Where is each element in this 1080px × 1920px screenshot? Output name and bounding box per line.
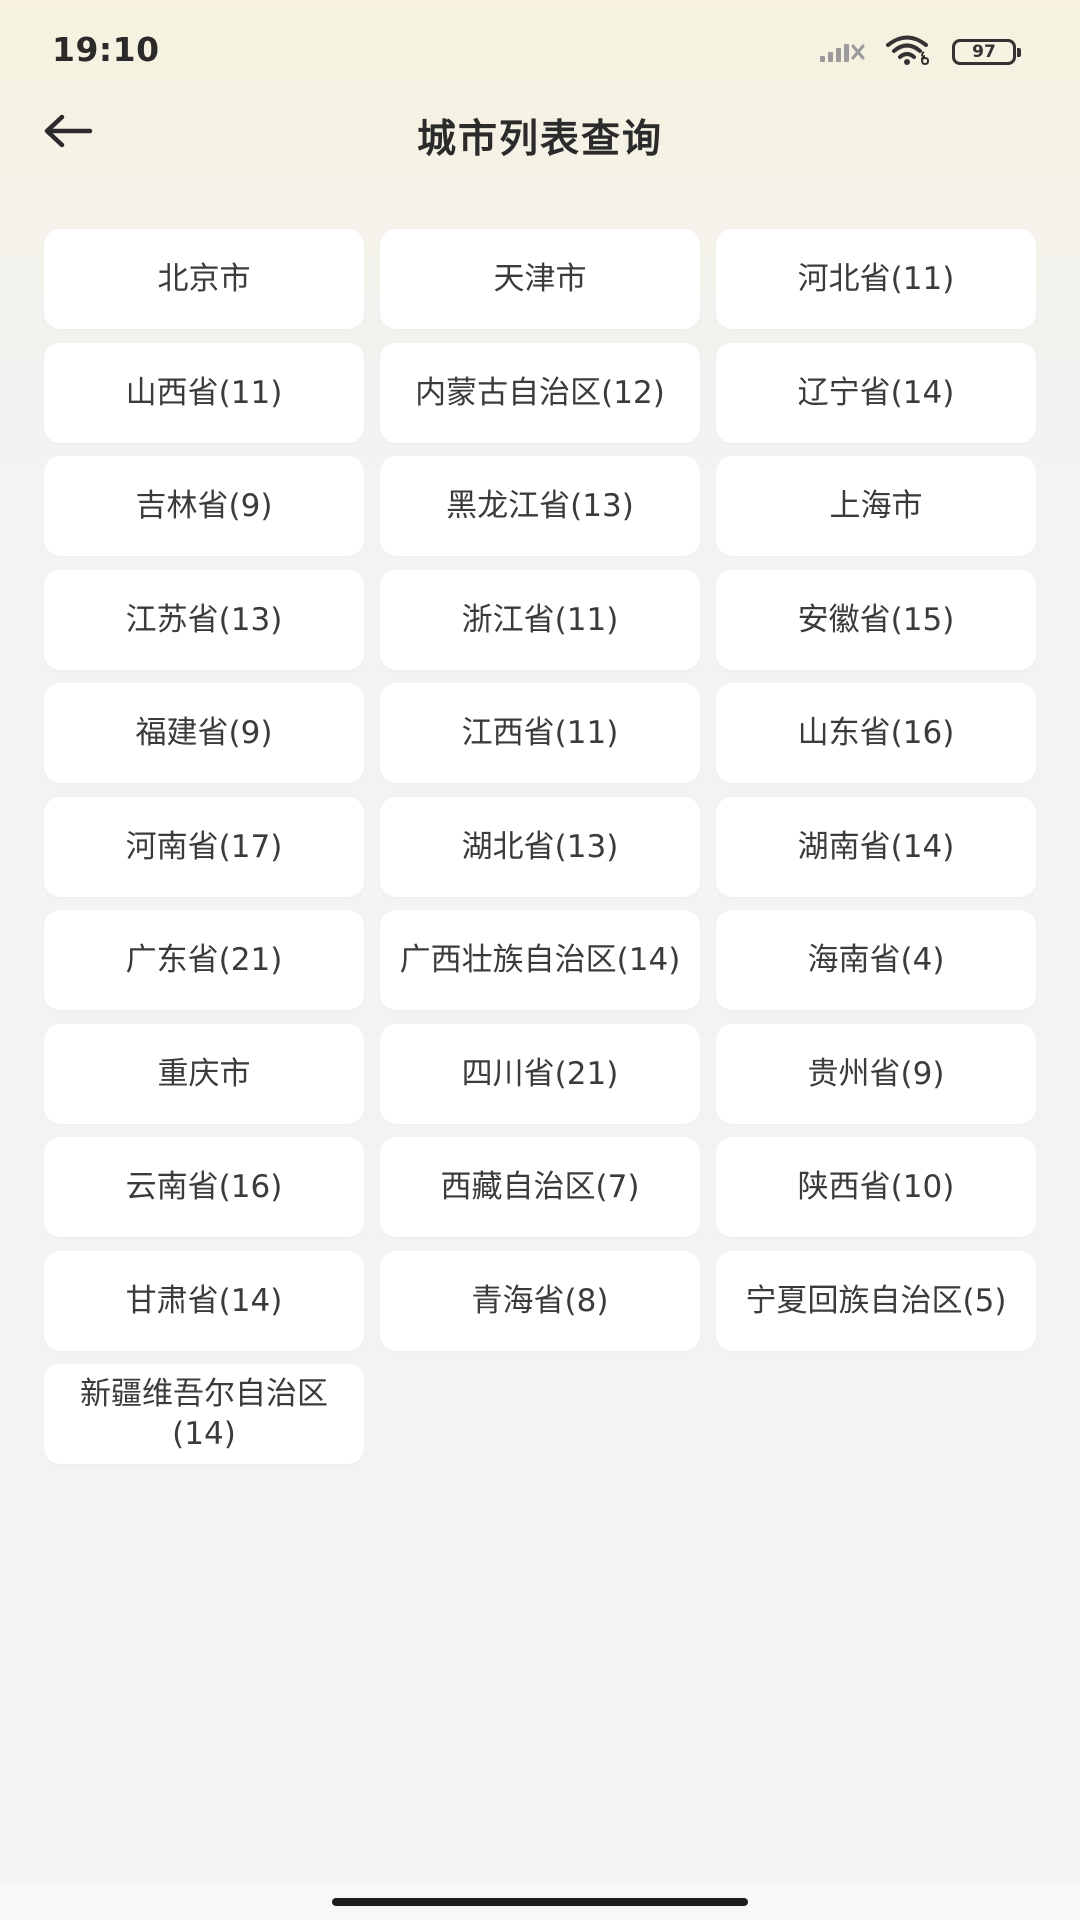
- region-label: 辽宁省(14): [797, 374, 955, 411]
- region-label: 北京市: [157, 261, 251, 297]
- region-label: 云南省(16): [125, 1169, 283, 1205]
- region-button[interactable]: 山西省(11): [44, 342, 364, 443]
- region-label: 福建省(9): [135, 715, 273, 751]
- region-button[interactable]: 江西省(11): [380, 683, 700, 783]
- region-button[interactable]: 云南省(16): [44, 1137, 364, 1237]
- region-button[interactable]: 山东省(16): [716, 683, 1036, 783]
- wifi-icon: [884, 34, 934, 70]
- status-bar: 19:10 97: [0, 0, 1080, 100]
- region-label: 山西省(11): [125, 374, 283, 411]
- region-label: 宁夏回族自治区(5): [745, 1282, 1007, 1319]
- region-button[interactable]: 北京市: [44, 229, 364, 329]
- region-label: 广东省(21): [125, 942, 283, 978]
- region-label: 青海省(8): [471, 1282, 609, 1319]
- region-button[interactable]: 江苏省(13): [44, 569, 364, 670]
- region-label: 江苏省(13): [125, 601, 283, 638]
- region-label: 陕西省(10): [797, 1169, 955, 1205]
- region-label: 吉林省(9): [135, 488, 273, 524]
- region-button[interactable]: 河南省(17): [44, 796, 364, 897]
- region-label: 河南省(17): [125, 828, 283, 865]
- region-label: 江西省(11): [461, 715, 619, 751]
- region-button[interactable]: 陕西省(10): [716, 1137, 1036, 1237]
- region-button[interactable]: 海南省(4): [716, 910, 1036, 1010]
- region-label: 广西壮族自治区(14): [399, 942, 681, 978]
- region-grid: 北京市 天津市 河北省(11) 山西省(11) 内蒙古自治区(12) 辽宁省(14) 吉林省…: [44, 229, 1036, 1464]
- region-label: 上海市: [829, 488, 923, 524]
- page-title: 城市列表查询: [416, 117, 663, 162]
- region-button[interactable]: 宁夏回族自治区(5): [716, 1250, 1036, 1351]
- signal-icon: [818, 36, 866, 68]
- region-label: 湖南省(14): [797, 828, 955, 865]
- region-button[interactable]: 湖北省(13): [380, 796, 700, 897]
- region-button[interactable]: 新疆维吾尔自治区(14): [44, 1364, 364, 1464]
- region-label: 安徽省(15): [797, 601, 955, 638]
- region-label: 四川省(21): [461, 1055, 619, 1092]
- status-icons: 97: [818, 34, 1021, 70]
- region-label: 海南省(4): [807, 942, 945, 978]
- region-button[interactable]: 重庆市: [44, 1023, 364, 1124]
- status-time: 19:10: [52, 30, 160, 69]
- region-button[interactable]: 青海省(8): [380, 1250, 700, 1351]
- region-button[interactable]: 福建省(9): [44, 683, 364, 783]
- region-label: 山东省(16): [797, 715, 955, 751]
- region-button[interactable]: 辽宁省(14): [716, 342, 1036, 443]
- region-label: 河北省(11): [797, 261, 955, 297]
- region-button[interactable]: 广东省(21): [44, 910, 364, 1010]
- region-button[interactable]: 四川省(21): [380, 1023, 700, 1124]
- region-button[interactable]: 内蒙古自治区(12): [380, 342, 700, 443]
- region-label: 贵州省(9): [807, 1055, 945, 1092]
- region-label: 湖北省(13): [461, 828, 619, 865]
- region-button[interactable]: 湖南省(14): [716, 796, 1036, 897]
- region-label: 西藏自治区(7): [440, 1169, 640, 1205]
- region-button[interactable]: 黑龙江省(13): [380, 456, 700, 556]
- region-button[interactable]: 安徽省(15): [716, 569, 1036, 670]
- region-button[interactable]: 甘肃省(14): [44, 1250, 364, 1351]
- battery-icon: 97: [952, 39, 1021, 65]
- region-label: 新疆维吾尔自治区(14): [80, 1376, 328, 1452]
- region-button[interactable]: 上海市: [716, 456, 1036, 556]
- region-button[interactable]: 贵州省(9): [716, 1023, 1036, 1124]
- home-indicator[interactable]: [332, 1898, 748, 1906]
- region-label: 黑龙江省(13): [446, 488, 634, 524]
- region-button[interactable]: 广西壮族自治区(14): [380, 910, 700, 1010]
- battery-level: 97: [972, 41, 996, 62]
- region-button[interactable]: 浙江省(11): [380, 569, 700, 670]
- region-label: 浙江省(11): [461, 601, 619, 638]
- region-button[interactable]: 吉林省(9): [44, 456, 364, 556]
- region-button[interactable]: 西藏自治区(7): [380, 1137, 700, 1237]
- region-label: 甘肃省(14): [125, 1282, 283, 1319]
- header: 城市列表查询: [0, 100, 1080, 166]
- region-label: 重庆市: [157, 1055, 251, 1092]
- region-label: 内蒙古自治区(12): [415, 374, 665, 411]
- region-label: 天津市: [493, 261, 587, 297]
- region-button[interactable]: 天津市: [380, 229, 700, 329]
- region-button[interactable]: 河北省(11): [716, 229, 1036, 329]
